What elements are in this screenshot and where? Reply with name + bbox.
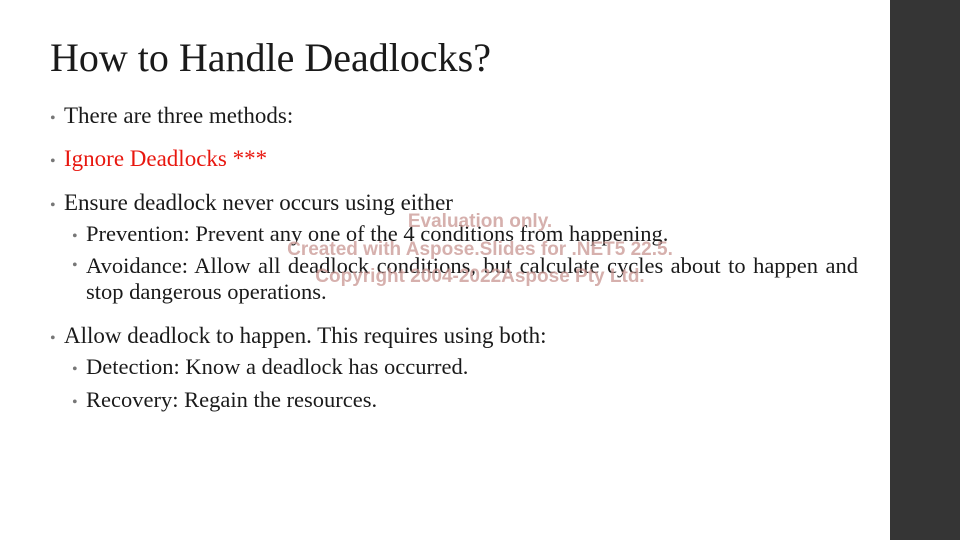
- slide-title: How to Handle Deadlocks?: [50, 35, 491, 80]
- bullet-text: Allow deadlock to happen. This requires …: [64, 323, 547, 348]
- bullet-text: Ignore Deadlocks ***: [64, 146, 268, 171]
- bullet-text: Detection: Know a deadlock has occurred.: [86, 354, 469, 379]
- sub-bullet-item: • Recovery: Regain the resources.: [72, 387, 377, 416]
- bullet-item: • There are three methods:: [50, 102, 293, 133]
- bullet-icon: •: [50, 153, 56, 170]
- bullet-text: There are three methods:: [64, 103, 294, 128]
- bullet-text: Recovery: Regain the resources.: [86, 387, 378, 412]
- bullet-icon: •: [72, 361, 78, 378]
- bullet-icon: •: [72, 394, 78, 411]
- sub-bullet-item: • Detection: Know a deadlock has occurred…: [72, 354, 468, 383]
- decorative-sidebar: [890, 0, 960, 540]
- bullet-item: • Allow deadlock to happen. This requires…: [50, 322, 547, 353]
- watermark-line: Copyright 2004-2022Aspose Pty Ltd.: [315, 266, 645, 287]
- slide: How to Handle Deadlocks? • There are thre…: [0, 0, 960, 540]
- watermark-line: Evaluation only.: [407, 211, 553, 232]
- bullet-icon: •: [50, 330, 56, 347]
- watermark-line: Created with Aspose.Slides for .NET5 22.…: [287, 239, 673, 260]
- bullet-item: • Ignore Deadlocks ***: [50, 145, 267, 176]
- bullet-icon: •: [50, 110, 56, 127]
